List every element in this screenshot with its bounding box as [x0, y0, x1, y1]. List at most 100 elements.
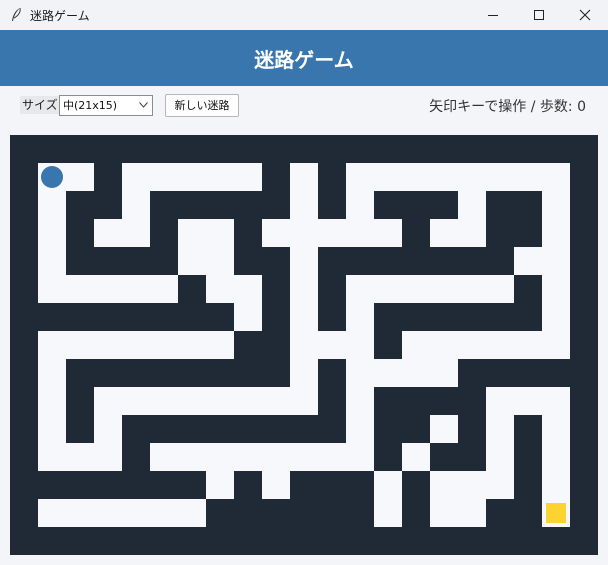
maze-path-cell — [458, 163, 486, 191]
maze-path-cell — [402, 163, 430, 191]
maze-path-cell — [318, 331, 346, 359]
maze-path-cell — [542, 219, 570, 247]
new-maze-button[interactable]: 新しい迷路 — [165, 94, 239, 117]
maze-path-cell — [262, 471, 290, 499]
maze-path-cell — [346, 163, 374, 191]
maze-path-cell — [94, 387, 122, 415]
maze-path-cell — [122, 387, 150, 415]
window-title: 迷路ゲーム — [30, 9, 90, 23]
maze-path-cell — [38, 331, 66, 359]
maze-path-cell — [290, 163, 318, 191]
maze-path-cell — [262, 219, 290, 247]
maze-path-cell — [122, 275, 150, 303]
maze-path-cell — [234, 275, 262, 303]
maze-path-cell — [150, 499, 178, 527]
maze-path-cell — [458, 331, 486, 359]
maze-path-cell — [122, 331, 150, 359]
maze-path-cell — [374, 219, 402, 247]
maze-path-cell — [402, 443, 430, 471]
maze-path-cell — [150, 331, 178, 359]
maze-path-cell — [486, 331, 514, 359]
close-button[interactable] — [562, 0, 608, 30]
maze-path-cell — [430, 415, 458, 443]
maze-path-cell — [542, 331, 570, 359]
maze-path-cell — [514, 247, 542, 275]
maze-path-cell — [290, 331, 318, 359]
maze-path-cell — [206, 387, 234, 415]
maze-path-cell — [66, 499, 94, 527]
maze-path-cell — [38, 415, 66, 443]
maze-path-cell — [542, 163, 570, 191]
maze-path-cell — [178, 331, 206, 359]
maze-path-cell — [430, 499, 458, 527]
minimize-button[interactable] — [470, 0, 516, 30]
maze-path-cell — [178, 499, 206, 527]
feather-icon — [12, 7, 21, 21]
maze-path-cell — [402, 359, 430, 387]
maze-path-cell — [206, 219, 234, 247]
maze-board[interactable] — [10, 135, 598, 555]
maze-path-cell — [542, 275, 570, 303]
maze-path-cell — [542, 387, 570, 415]
maze-path-cell — [486, 163, 514, 191]
maze-path-cell — [486, 471, 514, 499]
app-header: 迷路ゲーム — [0, 30, 608, 86]
maze-path-cell — [178, 247, 206, 275]
maze-path-cell — [38, 247, 66, 275]
maze-path-cell — [542, 247, 570, 275]
maze-path-cell — [262, 387, 290, 415]
maze-path-cell — [94, 499, 122, 527]
maze-path-cell — [542, 191, 570, 219]
maze-path-cell — [38, 359, 66, 387]
maze-path-cell — [290, 359, 318, 387]
maze-path-cell — [458, 219, 486, 247]
maze-path-cell — [38, 219, 66, 247]
maze-path-cell — [458, 191, 486, 219]
maze-path-cell — [150, 275, 178, 303]
size-select[interactable]: 中(21x15) — [59, 95, 153, 116]
maze-path-cell — [38, 443, 66, 471]
maze-path-cell — [206, 331, 234, 359]
maze-path-cell — [94, 443, 122, 471]
maze-path-cell — [290, 247, 318, 275]
maze-path-cell — [234, 387, 262, 415]
maze-path-cell — [458, 499, 486, 527]
maze-path-cell — [346, 219, 374, 247]
maze-path-cell — [290, 275, 318, 303]
maze-path-cell — [486, 415, 514, 443]
maze-path-cell — [122, 163, 150, 191]
maze-path-cell — [486, 275, 514, 303]
maze-path-cell — [374, 471, 402, 499]
maze-path-cell — [290, 303, 318, 331]
maze-path-cell — [66, 331, 94, 359]
maze-path-cell — [150, 443, 178, 471]
maze-path-cell — [122, 499, 150, 527]
window-titlebar: 迷路ゲーム — [0, 0, 608, 30]
maze-path-cell — [178, 219, 206, 247]
maze-path-cell — [542, 471, 570, 499]
maze-path-cell — [318, 443, 346, 471]
maze-path-cell — [290, 219, 318, 247]
maze-path-cell — [178, 387, 206, 415]
maze-path-cell — [514, 387, 542, 415]
maze-path-cell — [234, 163, 262, 191]
maze-path-cell — [346, 443, 374, 471]
maze-path-cell — [178, 163, 206, 191]
maze-path-cell — [38, 191, 66, 219]
size-label: サイズ: — [20, 96, 64, 114]
maze-path-cell — [346, 387, 374, 415]
maze-path-cell — [206, 163, 234, 191]
maze-path-cell — [374, 499, 402, 527]
maze-path-cell — [542, 415, 570, 443]
maze-path-cell — [290, 191, 318, 219]
maze-path-cell — [234, 303, 262, 331]
minimize-icon — [488, 15, 498, 16]
size-select-value: 中(21x15) — [63, 99, 118, 112]
maze-path-cell — [374, 275, 402, 303]
maze-path-cell — [38, 387, 66, 415]
maze-path-cell — [374, 163, 402, 191]
maze-path-cell — [542, 443, 570, 471]
maze-path-cell — [290, 387, 318, 415]
maximize-button[interactable] — [516, 0, 562, 30]
maze-path-cell — [346, 359, 374, 387]
